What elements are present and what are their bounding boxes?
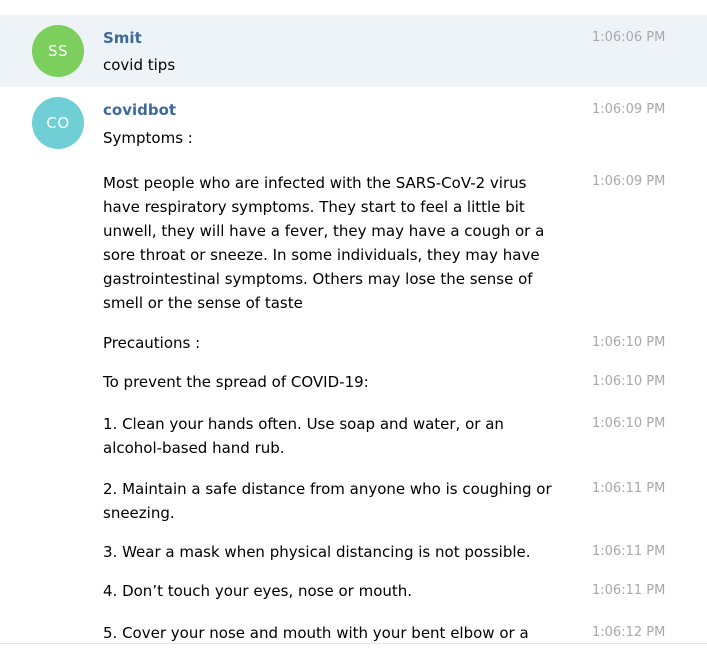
message-text: Symptoms : — [103, 129, 193, 147]
message-timestamp: 1:06:12 PM — [592, 625, 666, 640]
message-text: To prevent the spread of COVID-19: — [103, 373, 369, 391]
message-text: 2. Maintain a safe distance from anyone … — [103, 480, 552, 522]
divider — [0, 643, 707, 644]
message-timestamp: 1:06:11 PM — [592, 544, 666, 559]
message-timestamp: 1:06:10 PM — [592, 335, 666, 350]
user-message: SS Smit 1:06:06 PM covid tips — [0, 15, 707, 87]
avatar: SS — [32, 25, 84, 77]
message-timestamp: 1:06:10 PM — [592, 416, 666, 431]
avatar: CO — [32, 97, 84, 149]
message-timestamp: 1:06:11 PM — [592, 481, 666, 496]
message-text: covid tips — [103, 56, 176, 74]
message-timestamp: 1:06:10 PM — [592, 374, 666, 389]
chat-history: SS Smit 1:06:06 PM covid tips CO covidbo… — [0, 0, 707, 653]
message-text: 3. Wear a mask when physical distancing … — [103, 543, 531, 561]
sender-name: covidbot — [103, 101, 177, 119]
message-timestamp: 1:06:06 PM — [592, 30, 666, 45]
message-text: 5. Cover your nose and mouth with your b… — [103, 624, 529, 642]
message-timestamp: 1:06:09 PM — [592, 174, 666, 189]
message-text: Most people who are infected with the SA… — [103, 174, 545, 312]
message-timestamp: 1:06:11 PM — [592, 583, 666, 598]
message-text: Precautions : — [103, 334, 201, 352]
sender-name: Smit — [103, 29, 142, 47]
message-text: 4. Don’t touch your eyes, nose or mouth. — [103, 582, 413, 600]
message-text: 1. Clean your hands often. Use soap and … — [103, 415, 504, 457]
message-timestamp: 1:06:09 PM — [592, 102, 666, 117]
bot-message-group: CO covidbot Symptoms : 1:06:09 PM Most p… — [0, 87, 707, 647]
